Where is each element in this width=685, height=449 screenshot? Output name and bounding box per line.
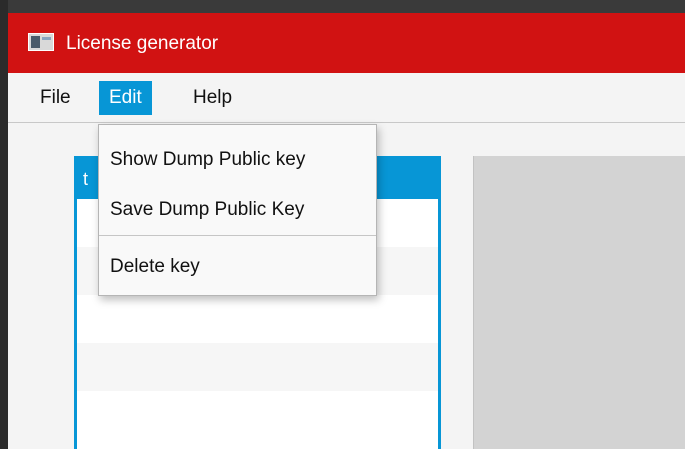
application-icon bbox=[28, 33, 54, 51]
list-row[interactable] bbox=[77, 295, 438, 343]
menu-bar: File Edit Help bbox=[8, 73, 685, 123]
title-bar[interactable]: License generator bbox=[8, 13, 685, 73]
window-title: License generator bbox=[66, 33, 219, 54]
detail-panel bbox=[473, 156, 685, 449]
menu-help[interactable]: Help bbox=[183, 81, 242, 115]
menu-item-delete-key[interactable]: Delete key bbox=[99, 244, 376, 290]
list-row[interactable] bbox=[77, 343, 438, 391]
list-row[interactable] bbox=[77, 391, 438, 439]
menu-separator bbox=[99, 235, 376, 236]
menu-edit[interactable]: Edit bbox=[99, 81, 152, 115]
window-top-strip bbox=[8, 0, 685, 13]
menu-file[interactable]: File bbox=[30, 81, 81, 115]
menu-item-show-dump-public-key[interactable]: Show Dump Public key bbox=[99, 137, 376, 183]
edit-dropdown-menu: Show Dump Public key Save Dump Public Ke… bbox=[98, 124, 377, 296]
menu-item-save-dump-public-key[interactable]: Save Dump Public Key bbox=[99, 187, 376, 233]
